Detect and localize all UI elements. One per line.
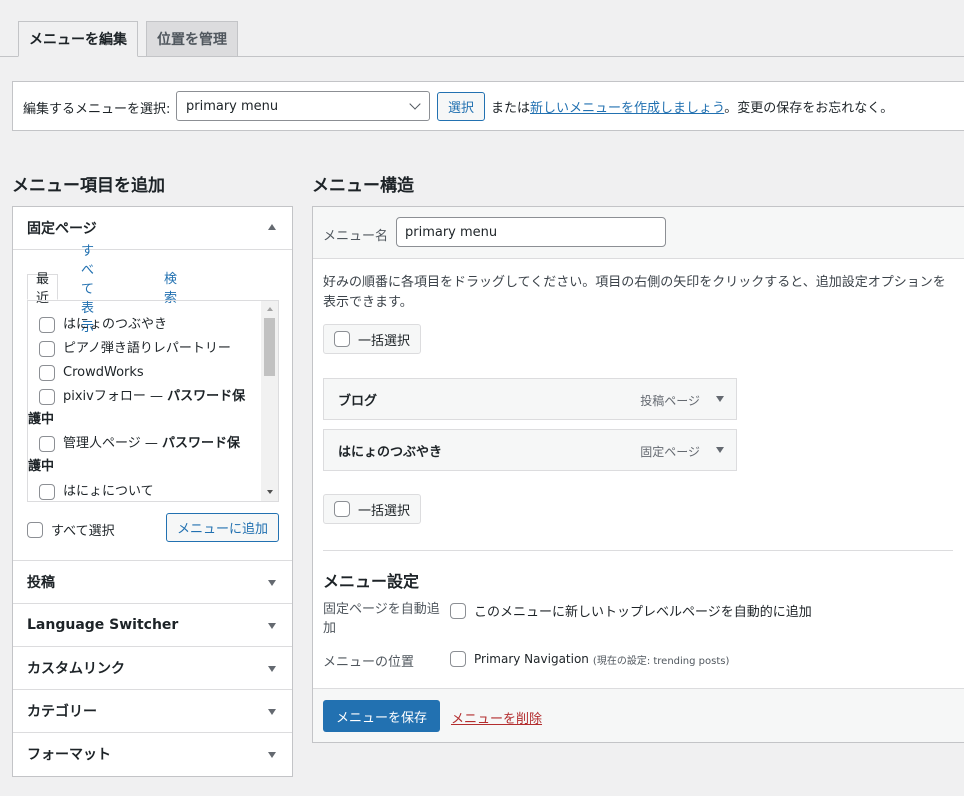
auto-add-checkbox[interactable] [450, 602, 466, 619]
page-checkbox[interactable] [39, 435, 55, 452]
accordion-language-switcher-header[interactable]: Language Switcher [13, 603, 292, 646]
bulk-select-button-top[interactable]: 一括選択 [323, 324, 421, 354]
page-checkbox[interactable] [39, 364, 55, 381]
triangle-down-icon[interactable] [716, 396, 724, 402]
save-menu-button[interactable]: メニューを保存 [323, 700, 440, 732]
menu-location-label: メニューの位置 [323, 655, 415, 670]
select-all-checkbox[interactable] [27, 521, 43, 538]
add-to-menu-button[interactable]: メニューに追加 [166, 513, 279, 542]
scroll-up-icon[interactable] [267, 307, 273, 311]
delete-menu-link[interactable]: メニューを削除 [451, 708, 542, 727]
auto-add-option: このメニューに新しいトップレベルページを自動的に追加 [450, 601, 812, 620]
menu-settings-heading: メニュー設定 [323, 572, 420, 591]
list-item: ピアノ弾き語りレパートリー [39, 337, 259, 360]
scroll-down-icon[interactable] [267, 490, 273, 494]
create-new-menu-link[interactable]: 新しいメニューを作成しましょう [530, 101, 724, 116]
triangle-down-icon [268, 580, 276, 586]
chevron-down-icon [409, 98, 421, 110]
scroll-thumb[interactable] [264, 318, 275, 376]
tab-recent[interactable]: 最近 [27, 272, 59, 306]
triangle-up-icon [268, 224, 276, 230]
page-checkbox[interactable] [39, 340, 55, 357]
auto-add-label: 固定ページを自動追 加 [323, 602, 440, 636]
triangle-down-icon[interactable] [716, 447, 724, 453]
menu-name-header: メニュー名 primary menu [313, 207, 964, 259]
tabs-divider [0, 56, 964, 57]
accordion-categories-header[interactable]: カテゴリー [13, 689, 292, 732]
bulk-select-checkbox[interactable] [334, 501, 350, 517]
tab-edit-menu[interactable]: メニューを編集 [18, 21, 138, 57]
select-menu-label: 編集するメニューを選択: [23, 102, 171, 117]
menu-item-blog[interactable]: ブログ 投稿ページ [323, 378, 737, 420]
accordion-formats-header[interactable]: フォーマット [13, 732, 292, 775]
create-menu-text: または新しいメニューを作成しましょう。変更の保存をお忘れなく。 [491, 101, 894, 116]
bulk-select-button-bottom[interactable]: 一括選択 [323, 494, 421, 524]
list-item: pixivフォロー — パスワード保 護中 [28, 388, 246, 427]
selected-menu-value: primary menu [186, 98, 279, 114]
location-option: Primary Navigation (現在の設定: trending post… [450, 651, 729, 667]
tab-view-all[interactable]: すべて表示 [73, 244, 102, 335]
triangle-down-icon [268, 666, 276, 672]
menu-name-input[interactable]: primary menu [396, 217, 666, 247]
menu-structure-panel: メニュー名 primary menu 好みの順番に各項目をドラッグしてください。… [312, 206, 964, 743]
list-item: CrowdWorks [39, 361, 259, 384]
menu-structure-heading: メニュー構造 [312, 176, 414, 196]
scrollbar[interactable] [261, 301, 278, 501]
list-item: はにょについて [39, 480, 259, 501]
add-items-accordion: 固定ページ 最近 すべて表示 検索 はにょのつぶやき ピアノ弾き語りレパートリー… [12, 206, 293, 777]
page-checkbox[interactable] [39, 483, 55, 500]
bulk-select-checkbox[interactable] [334, 331, 350, 347]
page-checkbox[interactable] [39, 316, 55, 333]
accordion-posts-header[interactable]: 投稿 [13, 560, 292, 603]
primary-navigation-checkbox[interactable] [450, 651, 466, 667]
accordion-custom-links-header[interactable]: カスタムリンク [13, 646, 292, 689]
select-button[interactable]: 選択 [437, 92, 485, 121]
drag-instructions: 好みの順番に各項目をドラッグしてください。項目の右側の矢印をクリックすると、追加… [323, 275, 946, 310]
menu-select-bar: 編集するメニューを選択: primary menu 選択 または新しいメニューを… [12, 81, 964, 131]
triangle-down-icon [268, 623, 276, 629]
menu-item-page[interactable]: はにょのつぶやき 固定ページ [323, 429, 737, 471]
tab-manage-locations[interactable]: 位置を管理 [146, 21, 238, 57]
select-all-row: すべて選択 [27, 520, 115, 539]
triangle-down-icon [268, 709, 276, 715]
triangle-down-icon [268, 752, 276, 758]
list-item: はにょのつぶやき [39, 313, 259, 336]
list-item: 管理人ページ — パスワード保 護中 [28, 435, 241, 474]
menu-name-label: メニュー名 [323, 229, 389, 244]
pages-checklist[interactable]: はにょのつぶやき ピアノ弾き語りレパートリー CrowdWorks pixivフ… [27, 300, 279, 502]
menu-select-dropdown[interactable]: primary menu [176, 91, 430, 121]
settings-divider [323, 550, 953, 551]
page-checkbox[interactable] [39, 388, 55, 405]
tab-search[interactable]: 検索 [156, 272, 185, 306]
add-menu-items-heading: メニュー項目を追加 [12, 176, 165, 196]
accordion-pages-header[interactable]: 固定ページ [13, 207, 292, 250]
